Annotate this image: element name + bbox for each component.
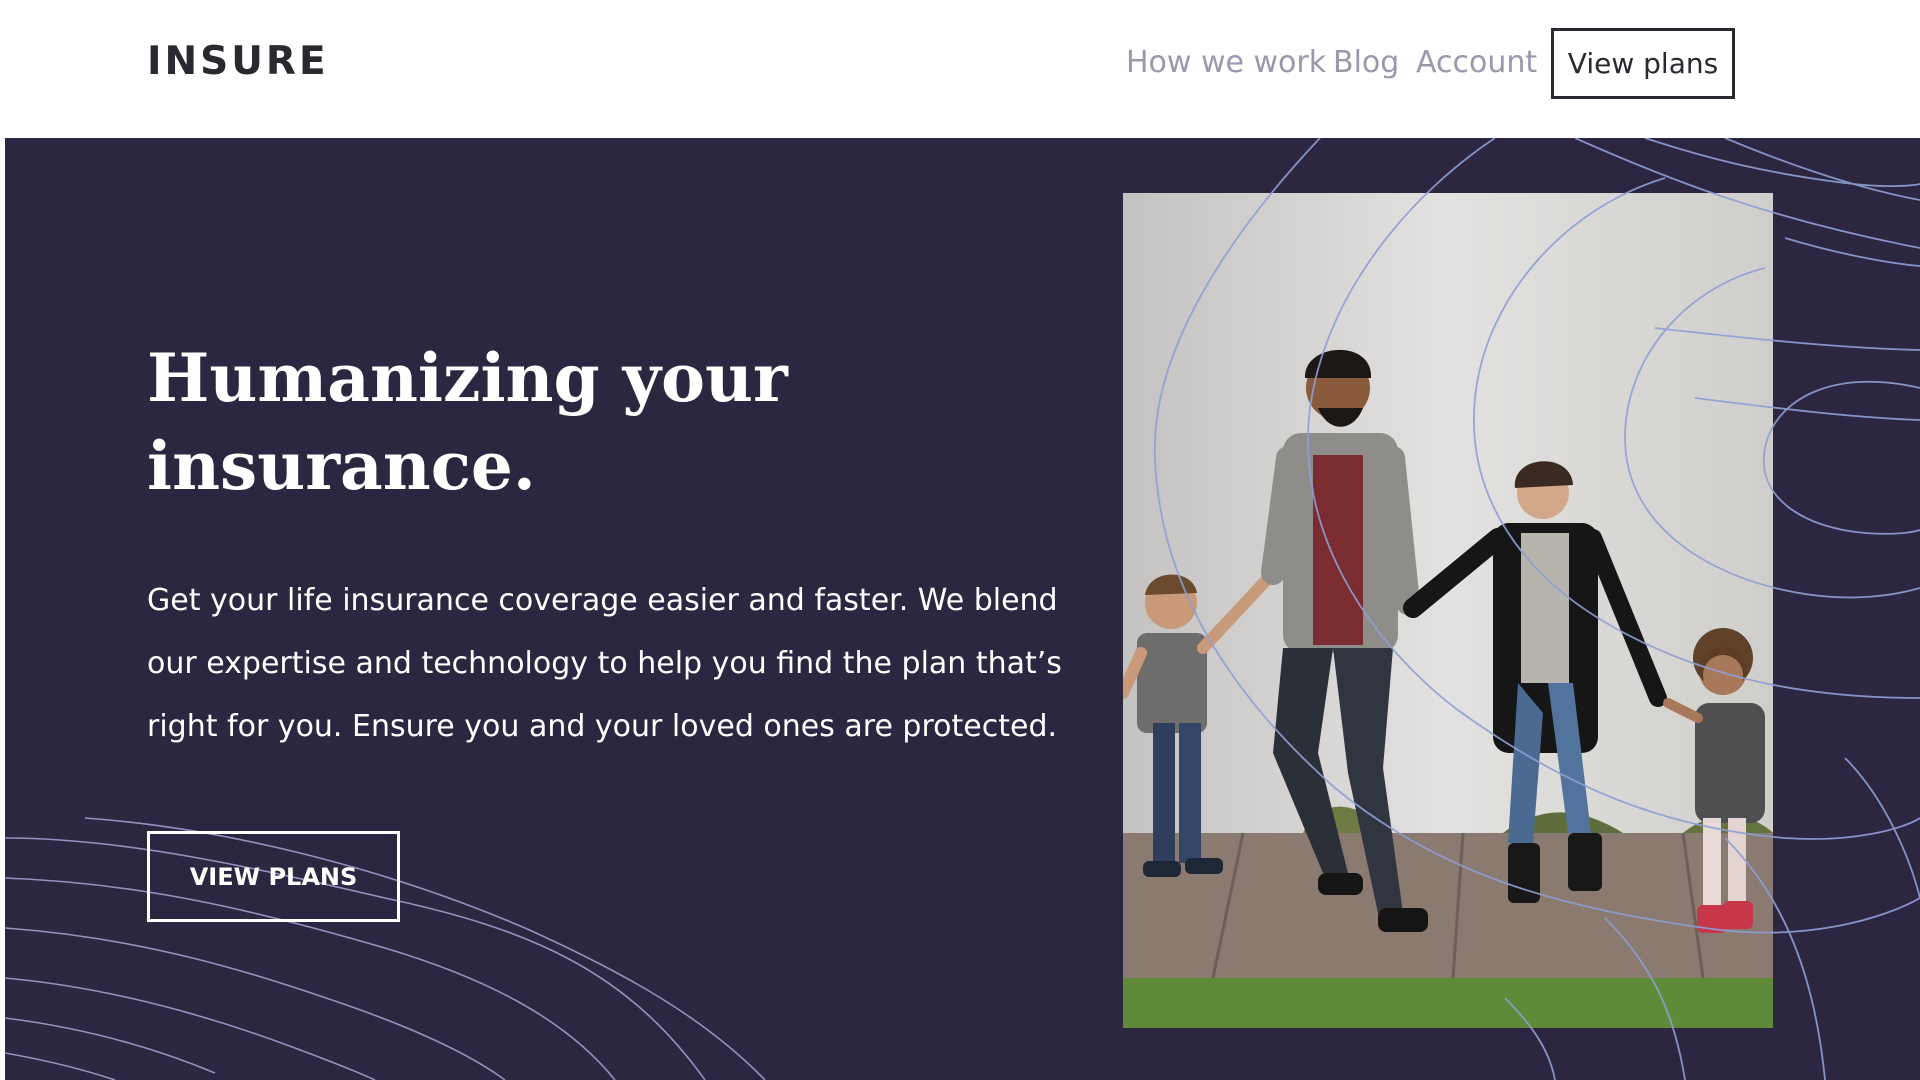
insure-logo[interactable]: INSURE (147, 42, 329, 81)
nav-link-account[interactable]: Account (1416, 45, 1537, 81)
hero-section: Humanizing your insurance. Get your life… (5, 138, 1920, 1080)
hero-family-photo (1123, 193, 1773, 1028)
view-plans-button[interactable]: View plans (1551, 28, 1735, 99)
site-header: INSURE How we work Blog Account View pla… (0, 0, 1920, 138)
hero-title: Humanizing your insurance. (147, 339, 788, 505)
nav-link-blog[interactable]: Blog (1333, 45, 1399, 81)
hero-view-plans-button[interactable]: VIEW PLANS (147, 831, 400, 922)
hero-description: Get your life insurance coverage easier … (147, 583, 1062, 744)
landing-page: INSURE How we work Blog Account View pla… (0, 0, 1920, 1080)
nav-link-how-we-work[interactable]: How we work (1126, 45, 1326, 81)
